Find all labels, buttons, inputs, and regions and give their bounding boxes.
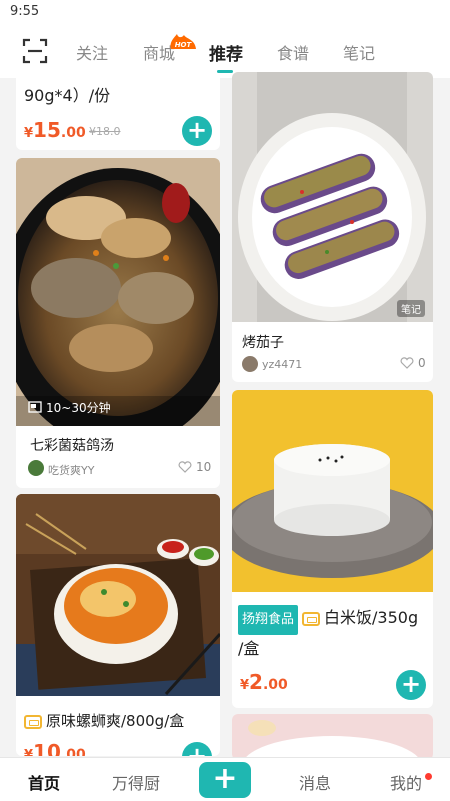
scan-icon[interactable] (22, 38, 48, 64)
tab-recommend-label: 推荐 (209, 45, 243, 65)
product-card[interactable] (232, 714, 433, 760)
top-nav: 关注 商城 HOT 推荐 食谱 笔记 (0, 24, 450, 78)
nav-me[interactable]: 我的 (390, 770, 422, 794)
heart-icon[interactable] (400, 357, 414, 369)
bottom-nav: 首页 万得厨 + 消息 我的 (0, 757, 450, 801)
price-integer: 2 (249, 670, 263, 694)
recipe-photo (232, 72, 433, 322)
product-title-row: 原味螺蛳爽/800g/盒 (24, 710, 184, 731)
recipe-card[interactable]: 笔记 烤茄子 yz4471 0 (232, 72, 433, 382)
product-card[interactable]: 90g*4）/份 ¥15.00 ¥18.0 + (16, 72, 220, 150)
clock-icon (28, 401, 42, 413)
tab-notes[interactable]: 笔记 (343, 40, 375, 64)
notification-dot (425, 773, 432, 780)
cook-duration: 10~30分钟 (46, 401, 111, 415)
product-title-row: 扬翔食品 白米饭/350g /盒 (238, 604, 428, 663)
product-title: 90g*4）/份 (24, 86, 111, 105)
status-time: 9:55 (10, 4, 40, 19)
product-title-cont: /盒 (238, 639, 260, 658)
product-title: 原味螺蛳爽/800g/盒 (46, 712, 185, 730)
brand-tag: 扬翔食品 (238, 605, 299, 635)
like-count: 0 (418, 356, 426, 370)
author-avatar (28, 460, 44, 476)
like-count: 10 (196, 460, 212, 474)
note-badge: 笔记 (397, 300, 425, 317)
tab-recipes[interactable]: 食谱 (277, 40, 309, 64)
author-name: yz4471 (262, 358, 303, 371)
product-title: 白米饭/350g (324, 608, 419, 627)
product-price: ¥15.00 (24, 118, 86, 142)
nav-messages[interactable]: 消息 (299, 770, 331, 794)
recipe-title: 烤茄子 (242, 335, 284, 351)
product-price: ¥10.00 (24, 740, 86, 756)
author-name: 吃货爽YY (48, 464, 95, 477)
product-photo (232, 714, 433, 760)
price-decimal: .00 (60, 125, 86, 141)
tab-follow[interactable]: 关注 (76, 40, 108, 64)
recipe-card[interactable]: 10~30分钟 七彩菌菇鸽汤 吃货爽YY 10 (16, 158, 220, 488)
author-avatar (242, 356, 258, 372)
product-photo (232, 390, 433, 592)
price-symbol: ¥ (240, 678, 250, 693)
product-card[interactable]: 原味螺蛳爽/800g/盒 ¥10.00 + (16, 494, 220, 756)
price-integer: 10 (33, 740, 61, 756)
price-decimal: .00 (262, 677, 288, 693)
original-price: ¥18.0 (89, 125, 121, 138)
hot-badge: HOT (170, 34, 196, 49)
tab-recommend[interactable]: 推荐 (209, 40, 243, 73)
publish-add-button[interactable]: + (199, 762, 251, 798)
recipe-photo (16, 158, 220, 426)
add-to-cart-button[interactable]: + (182, 742, 212, 756)
active-tab-indicator (217, 70, 233, 73)
add-to-cart-button[interactable]: + (182, 116, 212, 146)
product-card[interactable]: 扬翔食品 白米饭/350g /盒 ¥2.00 + (232, 390, 433, 708)
deli-icon (302, 611, 321, 626)
price-symbol: ¥ (24, 748, 34, 756)
nav-kitchen[interactable]: 万得厨 (112, 770, 160, 794)
recipe-title: 七彩菌菇鸽汤 (30, 438, 114, 454)
nav-home[interactable]: 首页 (28, 770, 60, 794)
status-bar: 9:55 (0, 0, 450, 24)
price-decimal: .00 (60, 747, 86, 756)
product-photo (16, 494, 220, 696)
price-symbol: ¥ (24, 126, 34, 141)
deli-icon (24, 714, 42, 729)
add-to-cart-button[interactable]: + (396, 670, 426, 700)
hot-badge-label: HOT (175, 41, 193, 49)
price-integer: 15 (33, 118, 61, 142)
product-price: ¥2.00 (240, 670, 288, 694)
heart-icon[interactable] (178, 461, 192, 473)
